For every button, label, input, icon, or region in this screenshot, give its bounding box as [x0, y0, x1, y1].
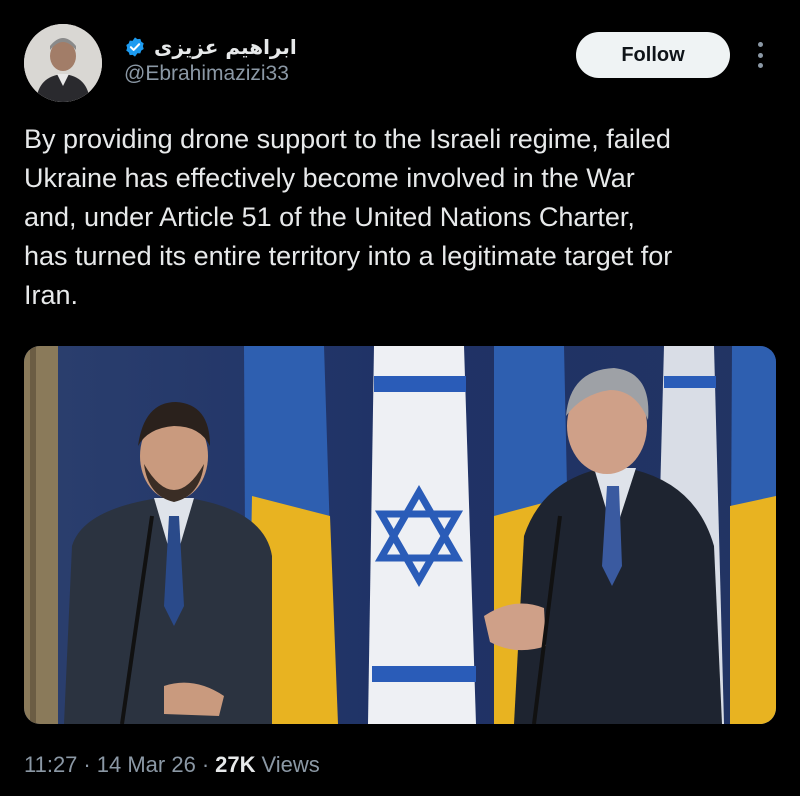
- avatar-image: [24, 24, 102, 102]
- tweet-photo[interactable]: [24, 346, 776, 724]
- display-name[interactable]: ابراهیم عزیزی: [154, 35, 297, 59]
- views-count: 27K: [215, 752, 256, 777]
- more-vertical-icon[interactable]: [748, 38, 772, 72]
- tweet-header: ابراهیم عزیزی @Ebrahimazizi33 Follow: [24, 24, 776, 104]
- views-label: Views: [261, 752, 320, 777]
- meta-separator-2: ·: [201, 752, 210, 777]
- tweet-date[interactable]: 14 Mar 26: [97, 752, 196, 778]
- photo-image: [24, 346, 776, 724]
- follow-button[interactable]: Follow: [576, 32, 730, 78]
- user-handle[interactable]: @Ebrahimazizi33: [124, 62, 297, 86]
- author-names: ابراهیم عزیزی @Ebrahimazizi33: [124, 34, 297, 86]
- verified-badge-icon: [126, 37, 144, 57]
- display-name-row: ابراهیم عزیزی: [124, 34, 297, 60]
- avatar[interactable]: [24, 24, 102, 102]
- tweet-text: By providing drone support to the Israel…: [24, 124, 673, 310]
- tweet-meta: 11:27 · 14 Mar 26 · 27K Views: [24, 752, 320, 778]
- tweet-time[interactable]: 11:27: [24, 752, 77, 778]
- meta-separator: ·: [83, 752, 91, 777]
